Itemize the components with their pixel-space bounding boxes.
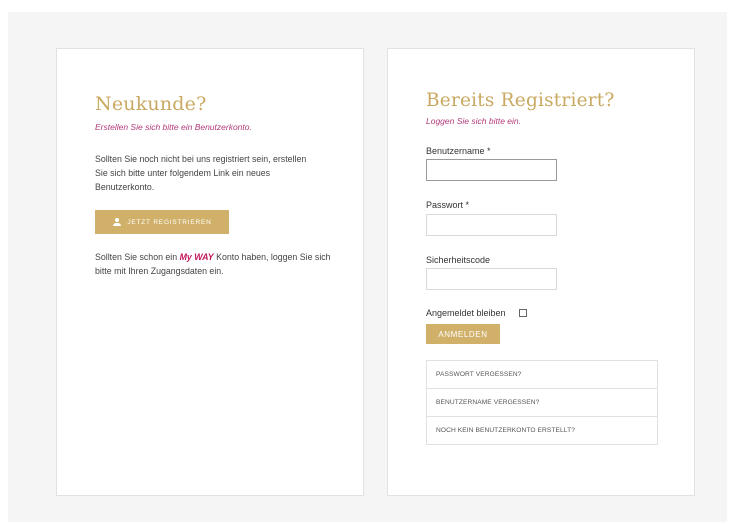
- login-subtitle: Loggen Sie sich bitte ein.: [426, 116, 521, 126]
- remember-me-checkbox[interactable]: [519, 309, 527, 317]
- password-input[interactable]: [426, 214, 557, 236]
- password-label: Passwort *: [426, 200, 470, 210]
- username-input[interactable]: [426, 159, 557, 181]
- new-customer-title: Neukunde?: [95, 93, 207, 115]
- existing-account-text-pre: Sollten Sie schon ein: [95, 252, 180, 262]
- new-customer-intro-text: Sollten Sie noch nicht bei uns registrie…: [95, 154, 307, 192]
- forgot-password-link[interactable]: PASSWORT VERGESSEN?: [427, 361, 657, 389]
- login-panel: Bereits Registriert? Loggen Sie sich bit…: [387, 48, 695, 496]
- username-label: Benutzername *: [426, 146, 491, 156]
- security-code-label: Sicherheitscode: [426, 255, 491, 265]
- new-customer-subtitle: Erstellen Sie sich bitte ein Benutzerkon…: [95, 122, 252, 132]
- security-code-input[interactable]: [426, 268, 557, 290]
- existing-account-text: Sollten Sie schon ein My WAY Konto haben…: [95, 250, 331, 278]
- register-button-label: JETZT REGISTRIEREN: [127, 218, 212, 226]
- remember-me-label: Angemeldet bleiben: [426, 308, 506, 318]
- login-title: Bereits Registriert?: [426, 90, 615, 111]
- myway-brand: My WAY: [179, 252, 214, 262]
- user-icon: [112, 218, 121, 226]
- login-button[interactable]: ANMELDEN: [426, 324, 500, 344]
- register-button[interactable]: JETZT REGISTRIEREN: [95, 210, 229, 234]
- create-account-link[interactable]: NOCH KEIN BENUTZERKONTO ERSTELLT?: [427, 417, 657, 444]
- account-links-list: PASSWORT VERGESSEN? BENUTZERNAME VERGESS…: [426, 360, 658, 445]
- forgot-username-link[interactable]: BENUTZERNAME VERGESSEN?: [427, 389, 657, 417]
- new-customer-panel: Neukunde? Erstellen Sie sich bitte ein B…: [56, 48, 364, 496]
